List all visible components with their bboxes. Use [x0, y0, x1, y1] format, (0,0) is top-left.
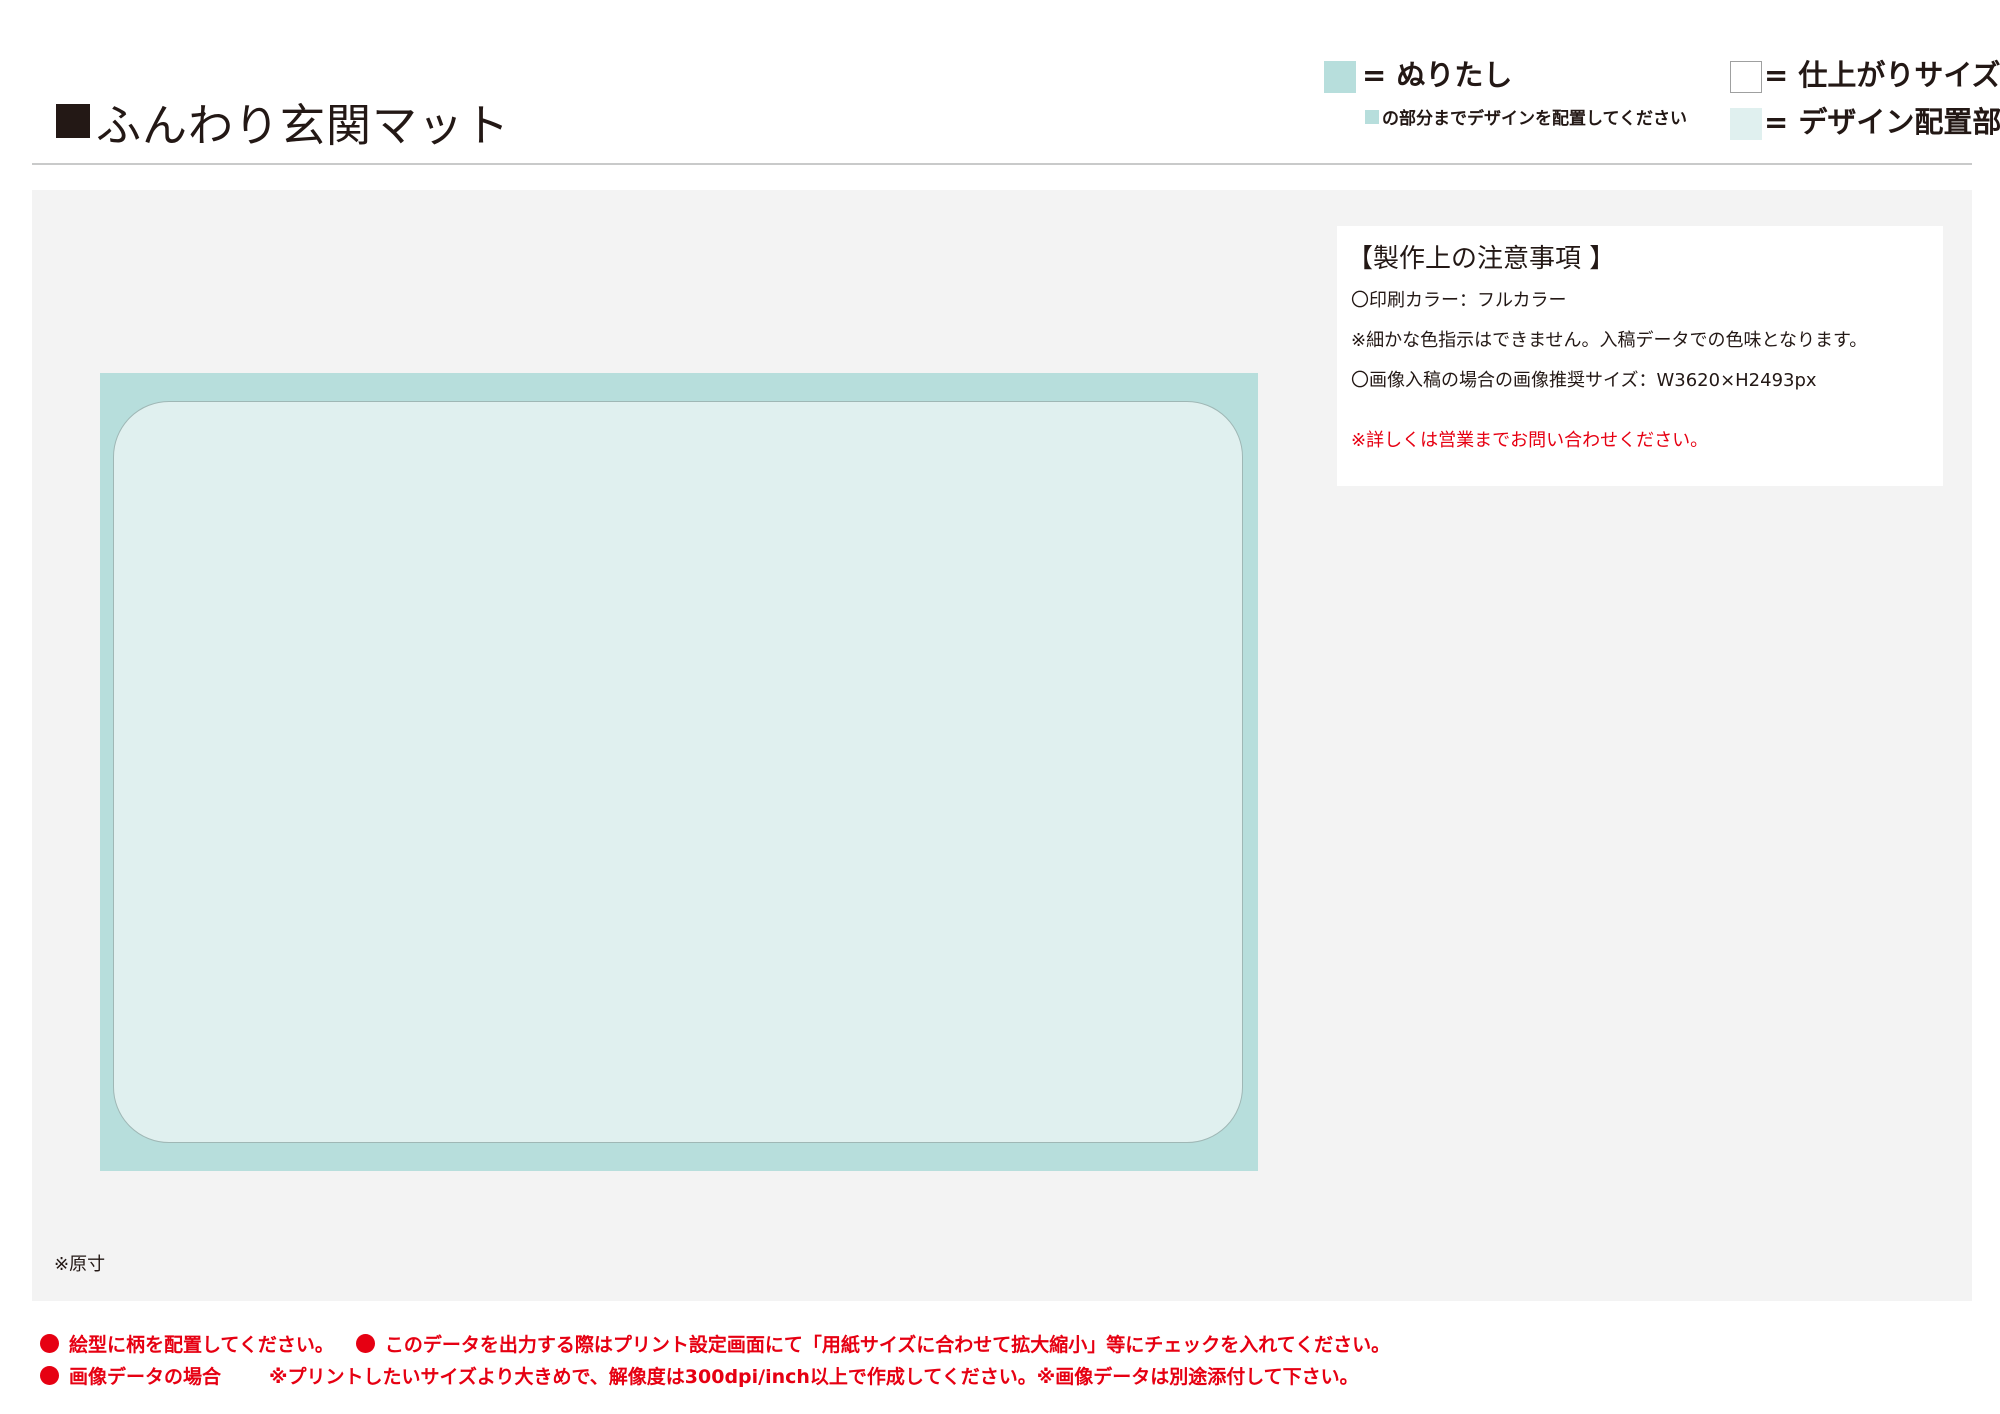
red-dot-icon: [40, 1366, 59, 1385]
bleed-area: [100, 373, 1258, 1171]
footer-line-2: 画像データの場合 ※プリントしたいサイズより大きめで、解像度は300dpi/in…: [40, 1362, 1359, 1389]
trim-swatch: [1730, 61, 1762, 93]
bleed-legend-note-text: の部分までデザインを配置してください: [1382, 109, 1687, 129]
template-workspace: 【製作上の注意事項 】 〇印刷カラー：フルカラー ※細かな色指示はできません。入…: [32, 190, 1972, 1301]
footer-item-2: このデータを出力する際はプリント設定画面にて「用紙サイズに合わせて拡大縮小」等に…: [384, 1334, 1391, 1356]
actual-size-note: ※原寸: [54, 1254, 106, 1275]
red-dot-icon: [40, 1334, 59, 1353]
notes-contact: ※詳しくは営業までお問い合わせください。: [1351, 430, 1709, 451]
page-title: ふんわり玄関マット: [56, 92, 510, 152]
notes-color-warning: ※細かな色指示はできません。入稿データでの色味となります。: [1351, 330, 1868, 351]
notes-print-color: 〇印刷カラー：フルカラー: [1351, 290, 1567, 311]
footer-item-3-detail: ※プリントしたいサイズより大きめで、解像度は300dpi/inch以上で作成して…: [269, 1366, 1359, 1388]
red-dot-icon: [355, 1334, 375, 1353]
bleed-swatch: [1324, 61, 1356, 93]
design-placement-area: [113, 401, 1243, 1143]
design-area-swatch: [1730, 108, 1762, 140]
bleed-legend-note: の部分までデザインを配置してください: [1365, 104, 1687, 129]
footer-item-3: 画像データの場合: [69, 1366, 222, 1388]
header-divider: [32, 163, 1972, 165]
design-area-legend-label: = デザイン配置部: [1764, 105, 2000, 139]
production-notes-panel: 【製作上の注意事項 】 〇印刷カラー：フルカラー ※細かな色指示はできません。入…: [1337, 226, 1943, 486]
bleed-legend-label: = ぬりたし: [1362, 58, 1513, 92]
trim-legend-label: = 仕上がりサイズ: [1764, 58, 2000, 92]
footer-item-1: 絵型に柄を配置してください。: [69, 1334, 334, 1356]
page-title-text: ふんわり玄関マット: [96, 98, 511, 152]
notes-image-size: 〇画像入稿の場合の画像推奨サイズ：W3620×H2493px: [1351, 370, 1817, 391]
square-bullet-icon: [56, 104, 90, 138]
bleed-mini-swatch: [1365, 109, 1379, 124]
footer-line-1: 絵型に柄を配置してください。 このデータを出力する際はプリント設定画面にて「用紙…: [40, 1330, 1390, 1357]
notes-heading: 【製作上の注意事項 】: [1347, 244, 1616, 274]
